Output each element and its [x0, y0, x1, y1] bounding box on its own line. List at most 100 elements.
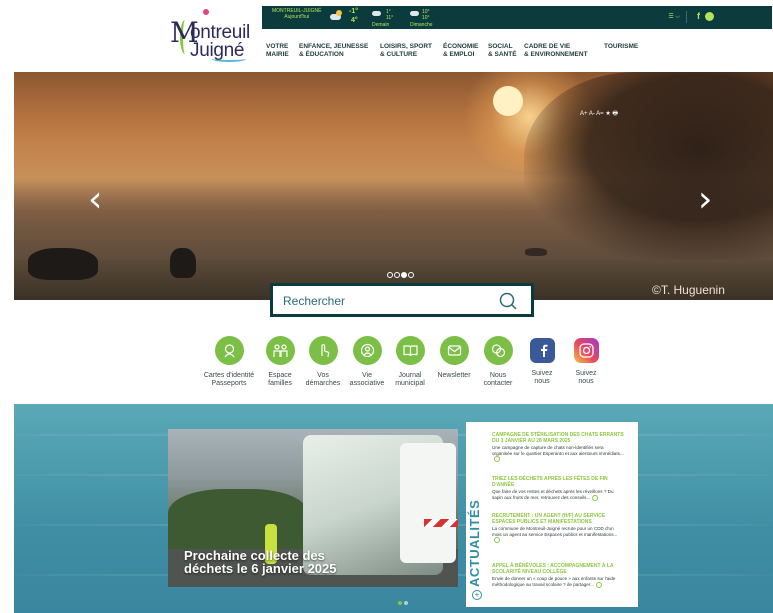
news-heading: ACTUALITÉS [467, 499, 482, 587]
read-more-icon[interactable] [494, 537, 500, 544]
nav-label: VOTRE [266, 43, 289, 50]
news-item-title: Triez les déchets après les fêtes de fin… [492, 476, 608, 488]
weather-bar: MONTREUIL-JUIGNÉ Aujourd'hui -1° 4° 1° 1… [262, 6, 772, 29]
news-item-text: La commune de Montreuil-Juigné recrute p… [492, 526, 618, 537]
quick-link-line: familles [268, 380, 292, 387]
nav-economie[interactable]: ÉCONOMIE & EMPLOI [443, 43, 478, 59]
nav-label: ÉCONOMIE [443, 43, 479, 50]
news-item-title: Appel à bénévoles : accompagnement à la … [492, 563, 614, 575]
cloud-icon [410, 11, 419, 16]
sun-disk [493, 86, 523, 116]
cloud-icon [372, 11, 381, 16]
news-item-text: Une campagne de capture de chats non-ide… [492, 445, 624, 456]
facebook-icon[interactable]: f [697, 11, 700, 21]
slider-dots [387, 265, 415, 278]
news-item-title: Recrutement : un agent (H/F) au service … [492, 513, 606, 525]
nav-tourisme[interactable]: TOURISME [604, 43, 638, 51]
news-panel: ACTUALITÉS Campagne de stérilisation des… [466, 422, 638, 607]
nav-label: & EMPLOI [443, 51, 475, 58]
hand-pointer-icon [308, 336, 338, 365]
slider-dot[interactable] [394, 272, 400, 278]
association-icon [352, 336, 382, 365]
search-input[interactable] [283, 292, 483, 310]
news-item[interactable]: Recrutement : un agent (H/F) au service … [492, 513, 624, 544]
nav-loisirs[interactable]: LOISIRS, SPORT & CULTURE [380, 43, 432, 59]
nav-label: & ÉDUCATION [299, 51, 344, 58]
cow-silhouette [525, 248, 547, 256]
slider-dot[interactable] [387, 272, 393, 278]
news-item[interactable]: Triez les déchets après les fêtes de fin… [492, 476, 624, 501]
news-item-body: Que faire de vos restes et déchets après… [492, 489, 624, 501]
quick-link-line: nous [578, 378, 594, 385]
quick-link-line: contacter [483, 380, 513, 387]
nav-social[interactable]: SOCIAL & SANTÉ [488, 43, 517, 59]
quick-link-label: Suivez nous [556, 370, 616, 386]
nav-mairie[interactable]: VOTRE MAIRIE [266, 43, 289, 59]
news-item[interactable]: Campagne de stérilisation des chats erra… [492, 432, 624, 463]
weather-day-after: Dimanche [410, 22, 433, 28]
nav-label: ENFANCE, JEUNESSE [299, 43, 369, 50]
carousel-dot[interactable] [404, 601, 408, 605]
truck-stripe [424, 519, 458, 527]
menu-toggle[interactable]: ☰ ⌵ [668, 13, 680, 21]
news-item[interactable]: Appel à bénévoles : accompagnement à la … [492, 563, 624, 588]
mail-icon [439, 336, 469, 365]
logo-dot [203, 9, 209, 15]
quick-link-line: Passeports [211, 380, 247, 387]
quick-link-line: Newsletter [437, 372, 471, 379]
quick-link-line: Vie [362, 372, 372, 379]
slider-prev-button[interactable]: ‹ [88, 182, 102, 218]
family-icon [265, 336, 295, 365]
quick-link-instagram[interactable]: Suivez nous [556, 336, 616, 386]
site-logo[interactable]: M ontreuil Juigné [168, 6, 250, 64]
logo-wave [212, 56, 246, 62]
nav-enfance[interactable]: ENFANCE, JEUNESSE & ÉDUCATION [299, 43, 368, 59]
search-icon[interactable] [499, 292, 517, 310]
read-more-icon[interactable] [595, 581, 602, 588]
slider-dot[interactable] [401, 272, 407, 278]
hero-slider: A+ A- A= ★ 🖶 ‹ › ©T. Huguenin [14, 72, 773, 300]
truck-cab [400, 443, 456, 563]
nav-label: LOISIRS, SPORT [380, 43, 433, 50]
quick-link-line: Espace [268, 372, 292, 379]
nav-label: SOCIAL [488, 43, 513, 50]
quick-link-line: Cartes d'identité [203, 372, 255, 379]
temp-today-min: -1° [349, 8, 359, 15]
plus-icon[interactable]: + [472, 590, 482, 600]
news-item-title: Campagne de stérilisation des chats erra… [492, 432, 624, 444]
weather-day-tomorrow: Demain [372, 22, 390, 28]
temp-tomorrow-max: 11° [386, 15, 394, 21]
temp-today-max: 4° [351, 17, 358, 24]
nav-label: & CULTURE [380, 51, 418, 58]
search-box [270, 283, 534, 317]
id-card-icon [214, 336, 244, 365]
cow-silhouette [170, 248, 196, 278]
carousel-dot[interactable] [398, 601, 402, 605]
quick-link-line: nous [534, 378, 550, 385]
feature-title: Prochaine collecte des déchets le 6 janv… [184, 549, 336, 575]
quick-links: Cartes d'identité Passeports Espace famill… [0, 336, 773, 396]
quick-link-line: Suivez [575, 370, 597, 377]
nav-cadre-de-vie[interactable]: CADRE DE VIE & ENVIRONNEMENT [524, 43, 588, 59]
photo-credit: ©T. Huguenin [652, 283, 725, 297]
quick-link-line: Suivez [531, 370, 553, 377]
slider-dot[interactable] [408, 272, 414, 278]
facebook-icon [529, 338, 555, 363]
instagram-icon [573, 338, 599, 363]
nav-label: TOURISME [604, 43, 639, 50]
accessibility-tools[interactable]: A+ A- A= ★ 🖶 [580, 109, 618, 119]
read-more-icon[interactable] [494, 456, 500, 463]
feature-card[interactable]: Prochaine collecte des déchets le 6 janv… [168, 429, 458, 587]
feature-title-line: déchets le 6 janvier 2025 [184, 561, 337, 576]
quick-link-line: démarches [305, 380, 341, 387]
news-item-body: Une campagne de capture de chats non-ide… [492, 445, 624, 463]
read-more-icon[interactable] [592, 494, 599, 501]
instagram-icon[interactable] [705, 12, 714, 21]
nav-label: & SANTÉ [488, 51, 517, 58]
slider-next-button[interactable]: › [698, 182, 712, 218]
topbar-divider [686, 11, 687, 23]
site-header: M ontreuil Juigné MONTREUIL-JUIGNÉ Aujou… [0, 0, 773, 72]
hedge [168, 489, 308, 549]
quick-link-line: Journal [398, 372, 422, 379]
news-item-body: La commune de Montreuil-Juigné recrute p… [492, 526, 624, 544]
